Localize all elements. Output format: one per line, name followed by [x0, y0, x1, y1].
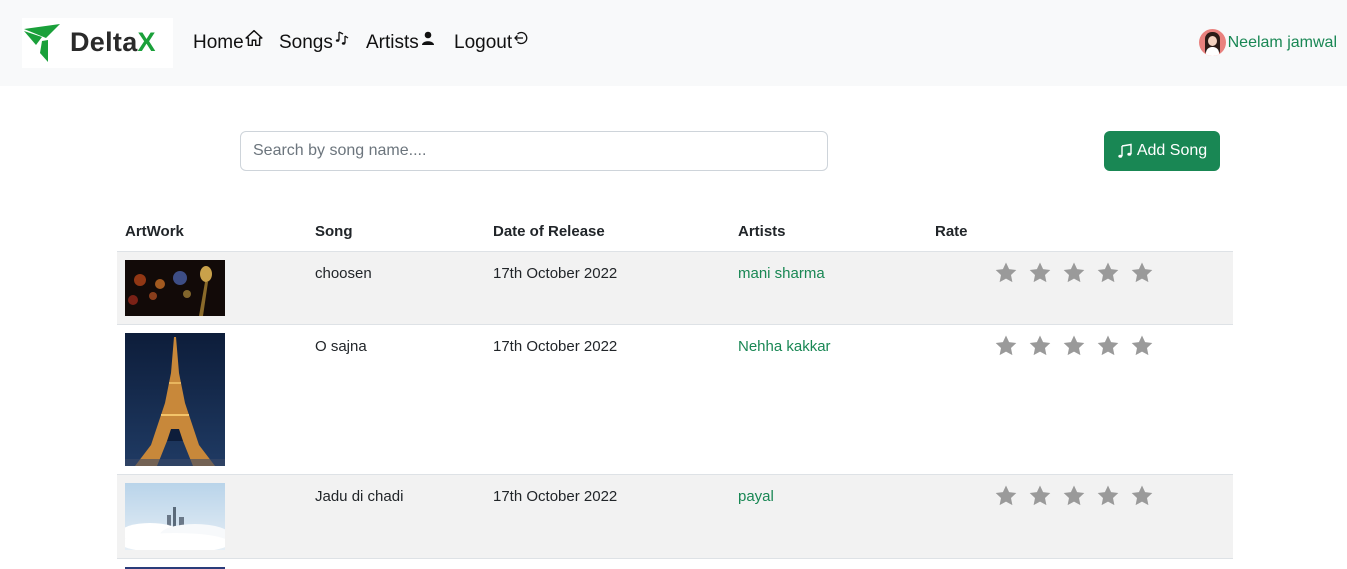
person-icon [421, 31, 434, 45]
star-icon[interactable] [994, 261, 1018, 285]
table-row: Jadu di chadi 17th October 2022 payal [117, 475, 1233, 559]
avatar [1198, 29, 1226, 56]
add-song-button[interactable]: Add Song [1104, 131, 1220, 171]
song-name: choosen [315, 265, 372, 282]
artist-name[interactable]: Nehha kakkar [738, 338, 831, 355]
star-icon[interactable] [1028, 261, 1052, 285]
table-row: choosen 17th October 2022 mani sharma [117, 252, 1233, 325]
header-rate: Rate [935, 223, 968, 240]
star-icon[interactable] [1062, 261, 1086, 285]
artist-name[interactable]: mani sharma [738, 265, 825, 282]
search-input[interactable] [240, 131, 828, 171]
star-icon[interactable] [1130, 261, 1154, 285]
nav-artists-label: Artists [366, 32, 419, 53]
deltax-logo-icon [24, 24, 60, 62]
nav-home-link[interactable]: Home [193, 29, 263, 54]
user-profile[interactable]: Neelam jamwal [1198, 29, 1337, 56]
music-note-icon [1118, 143, 1132, 158]
brand-logo[interactable]: DeltaX [22, 18, 173, 68]
music-notes-icon [335, 31, 349, 45]
nav-logout-label: Logout [454, 32, 513, 53]
star-rating [994, 261, 1154, 285]
add-song-label: Add Song [1136, 142, 1208, 159]
star-icon[interactable] [994, 334, 1018, 358]
release-date: 17th October 2022 [493, 265, 618, 282]
microphone-stage-image [125, 260, 225, 316]
city-above-clouds-image [125, 483, 225, 550]
star-icon[interactable] [1096, 334, 1120, 358]
header-artwork: ArtWork [125, 223, 184, 240]
nav-logout-link[interactable]: Logout [454, 31, 529, 54]
song-name: Jadu di chadi [315, 488, 404, 505]
release-date: 17th October 2022 [493, 338, 618, 355]
star-rating [994, 484, 1154, 508]
header-date: Date of Release [493, 223, 605, 240]
star-icon[interactable] [994, 484, 1018, 508]
song-name: O sajna [315, 338, 367, 355]
star-icon[interactable] [1028, 334, 1052, 358]
nav-home-label: Home [193, 32, 244, 53]
header-song: Song [315, 223, 353, 240]
nav-artists-link[interactable]: Artists [366, 31, 436, 54]
star-icon[interactable] [1028, 484, 1052, 508]
star-icon[interactable] [1062, 484, 1086, 508]
table-row [117, 559, 1233, 569]
star-icon[interactable] [1062, 334, 1086, 358]
songs-table: ArtWork Song Date of Release Artists Rat… [117, 212, 1233, 569]
nav-songs-link[interactable]: Songs [279, 31, 350, 54]
star-icon[interactable] [1130, 334, 1154, 358]
star-icon[interactable] [1096, 484, 1120, 508]
star-icon[interactable] [1096, 261, 1120, 285]
brand-name: DeltaX [70, 27, 156, 57]
table-header: ArtWork Song Date of Release Artists Rat… [117, 212, 1233, 252]
artist-name[interactable]: payal [738, 488, 774, 505]
star-rating [994, 334, 1154, 358]
top-navbar: DeltaX Home Songs Artists Logout Neelam … [0, 0, 1347, 86]
nav-songs-label: Songs [279, 32, 333, 53]
release-date: 17th October 2022 [493, 488, 618, 505]
logout-icon [514, 31, 528, 45]
house-icon [245, 29, 263, 47]
eiffel-tower-night-image [125, 333, 225, 466]
star-icon[interactable] [1130, 484, 1154, 508]
user-name: Neelam jamwal [1227, 33, 1337, 51]
table-row: O sajna 17th October 2022 Nehha kakkar [117, 325, 1233, 475]
header-artists: Artists [738, 223, 786, 240]
